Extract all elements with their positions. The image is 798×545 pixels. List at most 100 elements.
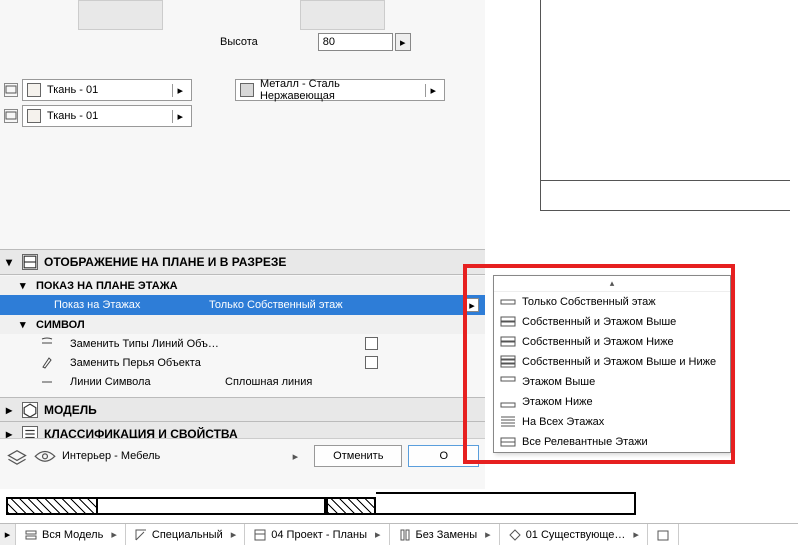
layer-dropdown-arrow-icon[interactable]: ▸ bbox=[293, 450, 299, 463]
canvas-line bbox=[540, 180, 790, 181]
tab-label: Без Замены bbox=[416, 529, 478, 541]
view-set-icon bbox=[253, 528, 267, 542]
dropdown-item-label: Собственный и Этажом Ниже bbox=[522, 336, 674, 348]
section-title: ОТОБРАЖЕНИЕ НА ПЛАНЕ И В РАЗРЕЗЕ bbox=[44, 255, 286, 269]
dropdown-item-label: Собственный и Этажом Выше и Ниже bbox=[522, 356, 716, 368]
pen-set-icon bbox=[398, 528, 412, 542]
height-row: Высота ▸ bbox=[220, 33, 411, 51]
material-swatch bbox=[27, 109, 41, 123]
collapse-toggle-icon: ▾ bbox=[20, 279, 28, 292]
dropdown-item-own-below[interactable]: Собственный и Этажом Ниже bbox=[494, 332, 730, 352]
property-value: Только Собственный этаж bbox=[209, 299, 465, 311]
layer-name[interactable]: Интерьер - Мебель bbox=[62, 450, 287, 462]
material-row-fabric-1: Ткань - 01 ▸ bbox=[4, 78, 192, 102]
tab-project-plans[interactable]: 04 Проект - Планы ▸ bbox=[245, 524, 389, 545]
eye-icon[interactable] bbox=[34, 447, 56, 465]
material-picker-steel[interactable]: Металл - Сталь Нержавеющая ▸ bbox=[235, 79, 445, 101]
tab-label: Вся Модель bbox=[42, 529, 103, 541]
layers-icon[interactable] bbox=[6, 447, 28, 465]
dropdown-arrow-icon: ▸ bbox=[172, 110, 187, 123]
surface-icon bbox=[4, 83, 18, 97]
property-label: Линии Символа bbox=[70, 376, 225, 388]
material-picker-fabric-1[interactable]: Ткань - 01 ▸ bbox=[22, 79, 192, 101]
line-icon bbox=[40, 375, 70, 389]
material-name: Ткань - 01 bbox=[47, 110, 106, 122]
layers-icon bbox=[24, 528, 38, 542]
dropdown-item-label: Этажом Ниже bbox=[522, 396, 593, 408]
tab-arrow-icon: ▸ bbox=[375, 528, 381, 541]
dropdown-item-own-only[interactable]: Только Собственный этаж bbox=[494, 292, 730, 312]
property-row-symbol-lines[interactable]: Линии Символа Сплошная линия bbox=[0, 372, 485, 391]
property-row-line-types[interactable]: Заменить Типы Линий Объ… bbox=[0, 334, 485, 353]
pen-icon bbox=[40, 356, 70, 370]
dropdown-item-own-above[interactable]: Собственный и Этажом Выше bbox=[494, 312, 730, 332]
tab-arrow-icon: ▸ bbox=[231, 528, 237, 541]
subsection-header-plan[interactable]: ▾ ПОКАЗ НА ПЛАНЕ ЭТАЖА bbox=[0, 276, 485, 295]
display-section-icon bbox=[22, 254, 38, 270]
override-checkbox[interactable] bbox=[365, 337, 378, 350]
height-stepper[interactable]: ▸ bbox=[395, 33, 411, 51]
collapse-toggle-icon: ▸ bbox=[6, 403, 16, 417]
tab-arrow-icon: ▸ bbox=[485, 528, 491, 541]
floor-icon bbox=[500, 375, 516, 389]
tab-label: 01 Существующе… bbox=[526, 529, 626, 541]
material-picker-fabric-2[interactable]: Ткань - 01 ▸ bbox=[22, 105, 192, 127]
dropdown-item-label: На Всех Этажах bbox=[522, 416, 604, 428]
preview-slot-1[interactable] bbox=[78, 0, 163, 30]
override-checkbox[interactable] bbox=[365, 356, 378, 369]
dropdown-open-icon[interactable]: ▸ bbox=[465, 298, 479, 312]
preview-slot-2[interactable] bbox=[300, 0, 385, 30]
material-swatch bbox=[27, 83, 41, 97]
property-label: Заменить Перья Объекта bbox=[70, 357, 225, 369]
dropdown-item-label: Только Собственный этаж bbox=[522, 296, 656, 308]
material-row-fabric-2: Ткань - 01 ▸ bbox=[4, 104, 192, 128]
floor-icon bbox=[500, 415, 516, 429]
scroll-up-icon[interactable]: ▴ bbox=[494, 276, 730, 292]
property-row-floor-display[interactable]: Показ на Этажах Только Собственный этаж … bbox=[0, 295, 485, 315]
tab-all-model[interactable]: Вся Модель ▸ bbox=[16, 524, 126, 545]
floor-icon bbox=[500, 295, 516, 309]
floor-icon bbox=[500, 355, 516, 369]
dropdown-item-above[interactable]: Этажом Выше bbox=[494, 372, 730, 392]
property-label: Показ на Этажах bbox=[54, 299, 209, 311]
section-title: МОДЕЛЬ bbox=[44, 403, 97, 417]
view-tab-strip: ▸ Вся Модель ▸ Специальный ▸ 04 Проект -… bbox=[0, 523, 798, 545]
hatch-segment bbox=[6, 497, 96, 515]
floor-icon bbox=[500, 395, 516, 409]
height-input[interactable] bbox=[318, 33, 393, 51]
dropdown-item-label: Собственный и Этажом Выше bbox=[522, 316, 676, 328]
tab-no-override[interactable]: Без Замены ▸ bbox=[390, 524, 500, 545]
canvas-line bbox=[540, 181, 541, 211]
dropdown-item-all[interactable]: На Всех Этажах bbox=[494, 412, 730, 432]
dropdown-item-relevant[interactable]: Все Релевантные Этажи bbox=[494, 432, 730, 452]
cancel-button[interactable]: Отменить bbox=[314, 445, 402, 467]
collapse-toggle-icon: ▾ bbox=[6, 255, 16, 269]
subsection-header-symbol[interactable]: ▾ СИМВОЛ bbox=[0, 315, 485, 334]
tab-more[interactable] bbox=[648, 524, 679, 545]
tab-special[interactable]: Специальный ▸ bbox=[126, 524, 245, 545]
symbol-properties: Заменить Типы Линий Объ… Заменить Перья … bbox=[0, 334, 485, 396]
tab-arrow-icon: ▸ bbox=[111, 528, 117, 541]
floor-icon bbox=[500, 335, 516, 349]
dialog-footer: Интерьер - Мебель ▸ Отменить О bbox=[0, 438, 485, 473]
scale-icon bbox=[134, 528, 148, 542]
material-name: Металл - Сталь Нержавеющая bbox=[260, 78, 425, 102]
property-row-pens[interactable]: Заменить Перья Объекта bbox=[0, 353, 485, 372]
dropdown-arrow-icon: ▸ bbox=[425, 84, 440, 97]
tab-separator[interactable]: ▸ bbox=[0, 524, 16, 545]
subsection-title: ПОКАЗ НА ПЛАНЕ ЭТАЖА bbox=[36, 280, 178, 292]
dropdown-arrow-icon: ▸ bbox=[172, 84, 187, 97]
ok-button[interactable]: О bbox=[408, 445, 479, 467]
section-header-display[interactable]: ▾ ОТОБРАЖЕНИЕ НА ПЛАНЕ И В РАЗРЕЗЕ bbox=[0, 249, 485, 275]
tab-existing[interactable]: 01 Существующе… ▸ bbox=[500, 524, 648, 545]
dropdown-item-below[interactable]: Этажом Ниже bbox=[494, 392, 730, 412]
floor-icon bbox=[500, 315, 516, 329]
dropdown-item-label: Этажом Выше bbox=[522, 376, 595, 388]
dropdown-item-own-above-below[interactable]: Собственный и Этажом Выше и Ниже bbox=[494, 352, 730, 372]
section-drawing bbox=[6, 492, 706, 522]
canvas-line bbox=[540, 210, 790, 211]
properties-panel: Высота ▸ Ткань - 01 ▸ Ткань - 01 ▸ bbox=[0, 0, 485, 545]
line-type-icon bbox=[40, 337, 70, 351]
tab-label: 04 Проект - Планы bbox=[271, 529, 367, 541]
section-header-model[interactable]: ▸ МОДЕЛЬ bbox=[0, 397, 485, 423]
